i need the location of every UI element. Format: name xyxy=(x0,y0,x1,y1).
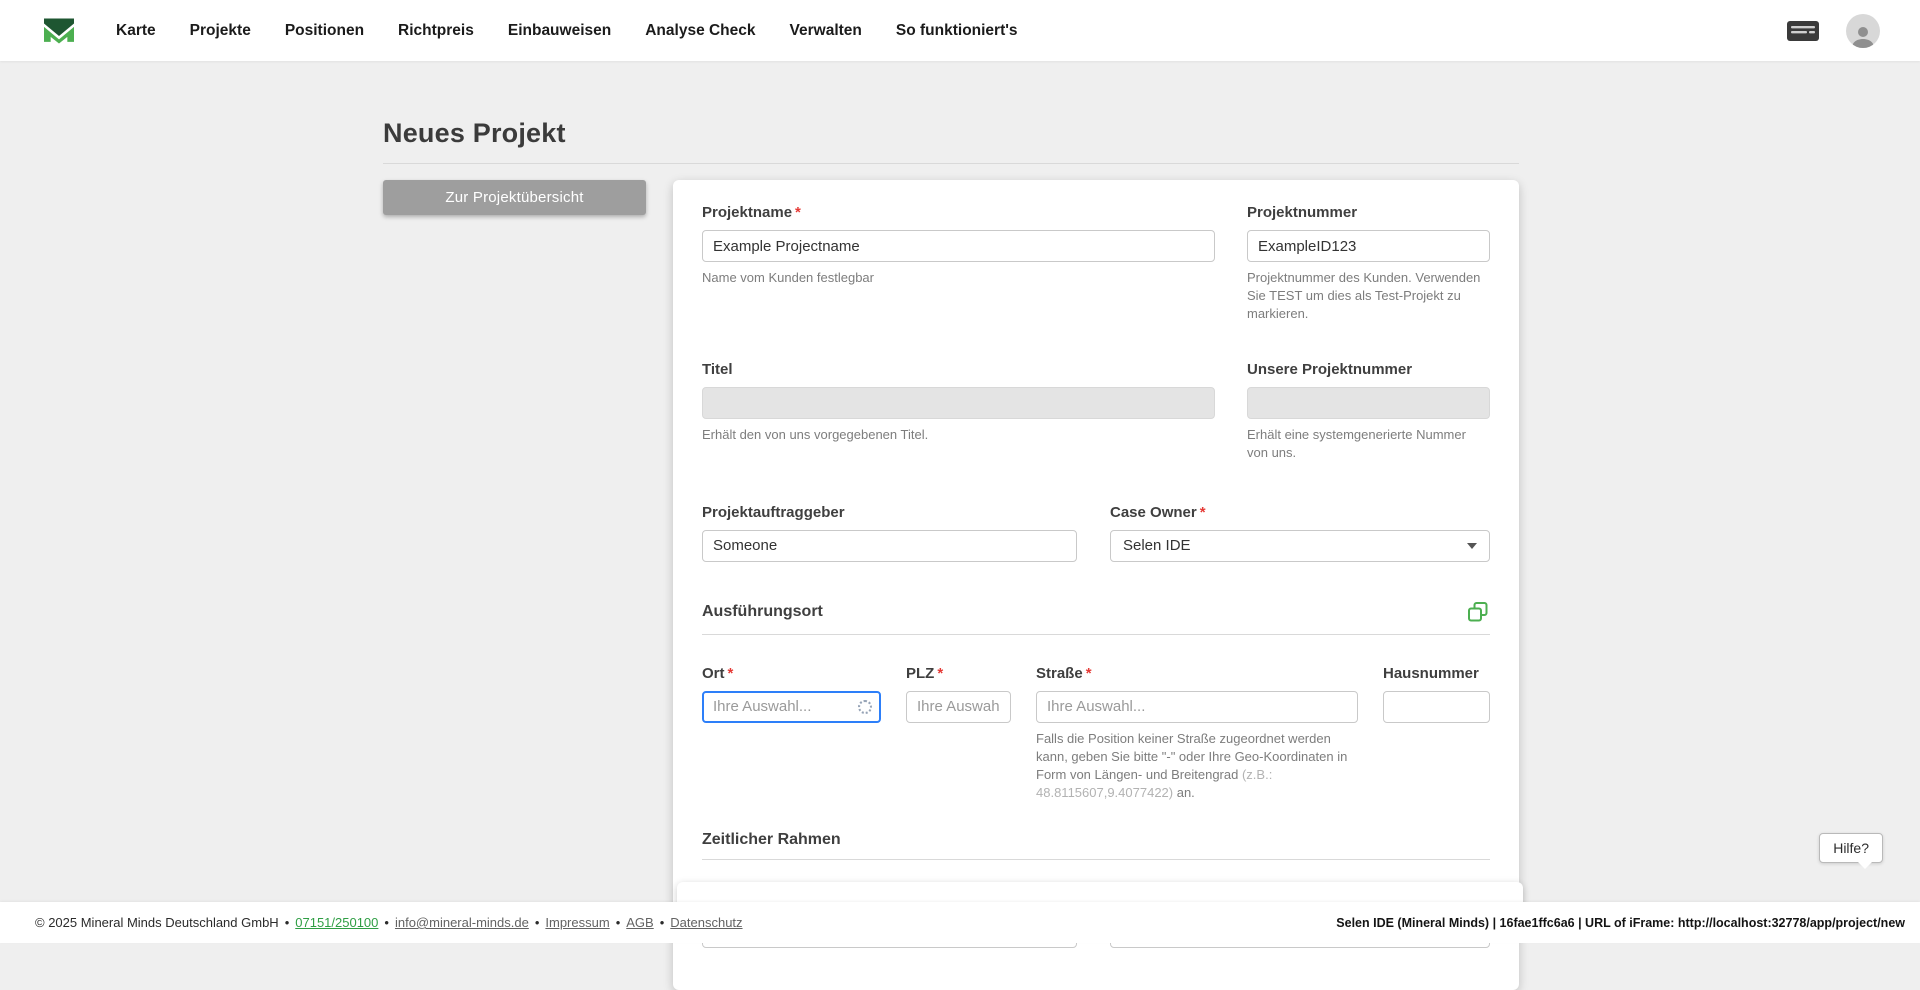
footer-link-impressum[interactable]: Impressum xyxy=(545,915,609,930)
page-title: Neues Projekt xyxy=(383,118,1519,149)
form-row-4: Ort* PLZ* Straße* Falls die Position kei… xyxy=(702,665,1490,802)
footer-session-rest: (Mineral Minds) | 16fae1ffc6a6 | URL of … xyxy=(1394,916,1905,930)
field-projektname: Projektname* Name vom Kunden festlegbar xyxy=(702,204,1215,323)
field-projektnummer: Projektnummer Projektnummer des Kunden. … xyxy=(1247,204,1490,323)
required-marker: * xyxy=(1200,504,1206,521)
project-form-card: Projektname* Name vom Kunden festlegbar … xyxy=(673,180,1519,990)
required-marker: * xyxy=(1086,665,1092,682)
field-unsere-projektnummer: Unsere Projektnummer Erhält eine systemg… xyxy=(1247,361,1490,462)
strasse-label: Straße* xyxy=(1036,665,1358,682)
zeitlicher-rahmen-title: Zeitlicher Rahmen xyxy=(702,831,841,849)
nav-item-so-funktionierts[interactable]: So funktioniert's xyxy=(896,22,1018,40)
field-plz: PLZ* xyxy=(906,665,1011,802)
copyright-text: © 2025 Mineral Minds Deutschland GmbH xyxy=(35,915,279,930)
footer-user: Selen IDE xyxy=(1336,916,1394,930)
copy-icon[interactable] xyxy=(1466,600,1490,624)
form-row-2: Titel Erhält den von uns vorgegebenen Ti… xyxy=(702,361,1490,462)
case-owner-selected-value: Selen IDE xyxy=(1123,537,1191,554)
keyboard-icon[interactable] xyxy=(1786,19,1820,43)
top-navbar: Karte Projekte Positionen Richtpreis Ein… xyxy=(0,0,1920,61)
loading-spinner-icon xyxy=(858,700,872,714)
nav-item-projekte[interactable]: Projekte xyxy=(190,22,251,40)
footer-link-datenschutz[interactable]: Datenschutz xyxy=(670,915,742,930)
footer: © 2025 Mineral Minds Deutschland GmbH • … xyxy=(0,902,1920,943)
projektauftraggeber-input[interactable] xyxy=(702,530,1077,562)
section-ausfuehrungsort: Ausführungsort xyxy=(702,600,1490,635)
field-strasse: Straße* Falls die Position keiner Straße… xyxy=(1036,665,1358,802)
navbar-right xyxy=(1786,14,1880,48)
form-row-1: Projektname* Name vom Kunden festlegbar … xyxy=(702,204,1490,323)
projektname-input[interactable] xyxy=(702,230,1215,262)
projektauftraggeber-label: Projektauftraggeber xyxy=(702,504,1077,521)
hausnummer-label: Hausnummer xyxy=(1383,665,1490,682)
main-nav: Karte Projekte Positionen Richtpreis Ein… xyxy=(116,22,1018,40)
titel-input xyxy=(702,387,1215,419)
ort-input[interactable] xyxy=(702,691,881,723)
nav-item-karte[interactable]: Karte xyxy=(116,22,156,40)
section-zeitlicher-rahmen: Zeitlicher Rahmen xyxy=(702,831,1490,860)
person-icon xyxy=(1850,24,1876,48)
field-hausnummer: Hausnummer xyxy=(1383,665,1490,802)
required-marker: * xyxy=(937,665,943,682)
unsere-projektnummer-input xyxy=(1247,387,1490,419)
strasse-helper: Falls die Position keiner Straße zugeord… xyxy=(1036,730,1358,802)
titel-label: Titel xyxy=(702,361,1215,378)
footer-link-phone[interactable]: 07151/250100 xyxy=(295,915,378,930)
case-owner-select[interactable]: Selen IDE xyxy=(1110,530,1490,562)
page-header: Neues Projekt xyxy=(383,118,1519,164)
strasse-input[interactable] xyxy=(1036,691,1358,723)
project-overview-button[interactable]: Zur Projektübersicht xyxy=(383,180,646,215)
field-case-owner: Case Owner* Selen IDE xyxy=(1110,504,1490,562)
left-column: Zur Projektübersicht xyxy=(383,180,673,215)
nav-item-verwalten[interactable]: Verwalten xyxy=(790,22,862,40)
user-avatar[interactable] xyxy=(1846,14,1880,48)
titel-helper: Erhält den von uns vorgegebenen Titel. xyxy=(702,426,1215,444)
hausnummer-input[interactable] xyxy=(1383,691,1490,723)
projektnummer-label: Projektnummer xyxy=(1247,204,1490,221)
case-owner-label: Case Owner* xyxy=(1110,504,1490,521)
plz-label: PLZ* xyxy=(906,665,1011,682)
form-row-3: Projektauftraggeber Case Owner* Selen ID… xyxy=(702,504,1490,562)
title-divider xyxy=(383,163,1519,164)
ort-label: Ort* xyxy=(702,665,881,682)
footer-session-info: Selen IDE (Mineral Minds) | 16fae1ffc6a6… xyxy=(1336,916,1905,930)
projektnummer-input[interactable] xyxy=(1247,230,1490,262)
unsere-projektnummer-label: Unsere Projektnummer xyxy=(1247,361,1490,378)
field-projektauftraggeber: Projektauftraggeber xyxy=(702,504,1077,562)
footer-link-email[interactable]: info@mineral-minds.de xyxy=(395,915,529,930)
required-marker: * xyxy=(795,204,801,221)
brand-logo[interactable] xyxy=(38,10,80,52)
projektname-helper: Name vom Kunden festlegbar xyxy=(702,269,1215,287)
projektnummer-helper: Projektnummer des Kunden. Verwenden Sie … xyxy=(1247,269,1490,323)
field-titel: Titel Erhält den von uns vorgegebenen Ti… xyxy=(702,361,1215,462)
nav-item-einbauweisen[interactable]: Einbauweisen xyxy=(508,22,611,40)
content-area: Zur Projektübersicht Projektname* Name v… xyxy=(383,180,1519,990)
nav-item-richtpreis[interactable]: Richtpreis xyxy=(398,22,474,40)
projektname-label: Projektname* xyxy=(702,204,1215,221)
required-marker: * xyxy=(728,665,734,682)
field-ort: Ort* xyxy=(702,665,881,802)
chevron-down-icon xyxy=(1467,543,1477,549)
unsere-projektnummer-helper: Erhält eine systemgenerierte Nummer von … xyxy=(1247,426,1490,462)
mineral-minds-logo-icon xyxy=(39,11,79,51)
plz-input[interactable] xyxy=(906,691,1011,723)
footer-link-agb[interactable]: AGB xyxy=(626,915,653,930)
footer-left: © 2025 Mineral Minds Deutschland GmbH • … xyxy=(35,915,743,930)
nav-item-analyse-check[interactable]: Analyse Check xyxy=(645,22,755,40)
help-button[interactable]: Hilfe? xyxy=(1819,833,1883,863)
nav-item-positionen[interactable]: Positionen xyxy=(285,22,364,40)
ausfuehrungsort-title: Ausführungsort xyxy=(702,603,823,621)
